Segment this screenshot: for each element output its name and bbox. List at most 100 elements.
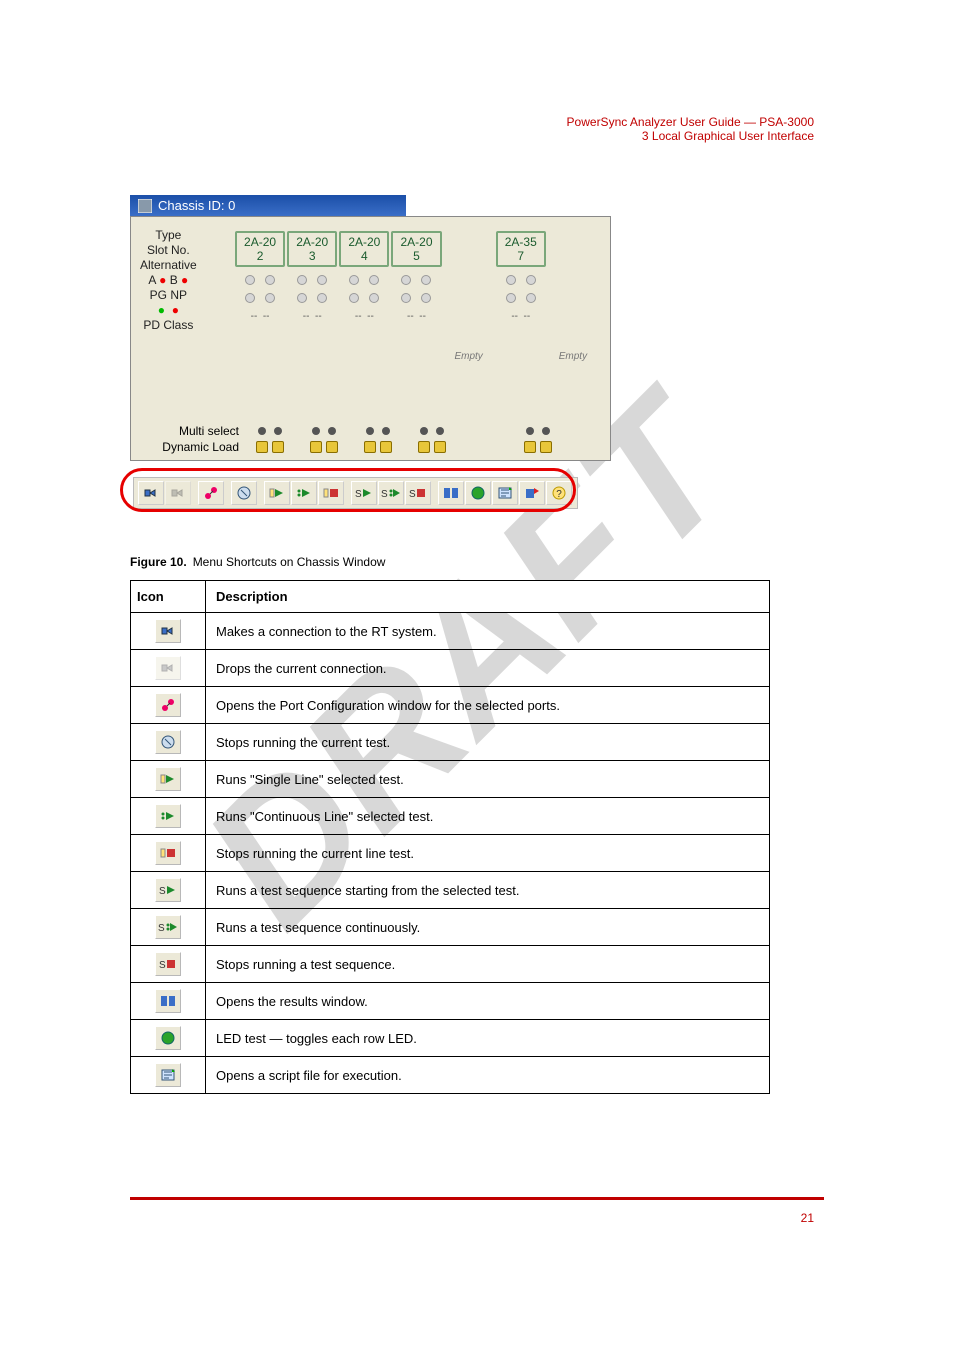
show-results-icon[interactable] [438,481,464,505]
multiselect-toggle[interactable] [511,427,565,435]
cell-desc: Stops running the current test. [206,724,770,761]
cell-desc: Stops running the current line test. [206,835,770,872]
run-line-icon[interactable] [264,481,290,505]
led-control-icon [155,1026,181,1050]
cell-desc: Stops running a test sequence. [206,946,770,983]
chassis-window: Chassis ID: 0 2A-202 -- -- 2A-203 -- -- … [130,195,611,461]
cell-desc: LED test — toggles each row LED. [206,1020,770,1057]
led-np-icon [421,293,431,303]
led-np-icon [317,293,327,303]
run-cont-icon[interactable] [291,481,317,505]
stop-line-icon[interactable] [318,481,344,505]
export-icon[interactable] [519,481,545,505]
dynamic-load-label: Dynamic Load [143,440,243,454]
th-desc: Description [206,581,770,613]
slot-card[interactable]: 2A-204 -- -- [339,231,389,362]
open-script-icon [155,1063,181,1087]
led-a-icon [506,275,516,285]
table-row: LED test — toggles each row LED. [131,1020,770,1057]
table-row: Runs "Continuous Line" selected test. [131,798,770,835]
show-results-icon [155,989,181,1013]
slot-empty: Empty [444,231,494,362]
table-row: Stops running the current test. [131,724,770,761]
slot-no: 2 [257,249,264,263]
sequence-stop-icon[interactable]: S [405,481,431,505]
dynamic-load-icon[interactable] [243,441,297,453]
sequence-run-icon[interactable]: S [351,481,377,505]
multiselect-toggle[interactable] [297,427,351,435]
multiselect-toggle[interactable] [243,427,297,435]
slot-no: 3 [309,249,316,263]
th-icon: Icon [131,581,206,613]
led-a-icon [297,275,307,285]
pd-class: -- -- [235,311,285,322]
cell-desc: Opens the results window. [206,983,770,1020]
table-row: Opens the results window. [131,983,770,1020]
dynamic-load-icon[interactable] [351,441,405,453]
led-control-icon[interactable] [465,481,491,505]
cell-desc: Opens the Port Configuration window for … [206,687,770,724]
led-pg-icon [297,293,307,303]
cell-desc: Runs a test sequence starting from the s… [206,872,770,909]
window-title-text: Chassis ID: 0 [158,198,235,213]
svg-text:S: S [159,960,166,971]
dynamic-load-icon[interactable] [405,441,459,453]
svg-text:?: ? [556,489,562,500]
dynamic-load-icon[interactable] [511,441,565,453]
svg-text:S: S [381,489,388,500]
stop-line-icon [155,841,181,865]
slot-type: 2A-35 [505,235,537,249]
led-pg-icon [401,293,411,303]
connect-icon [155,619,181,643]
table-row: Opens a script file for execution. [131,1057,770,1094]
table-row: Makes a connection to the RT system. [131,613,770,650]
cell-desc: Opens a script file for execution. [206,1057,770,1094]
sequence-stop-icon: S [155,952,181,976]
disconnect-icon[interactable] [165,481,191,505]
slot-strip: 2A-202 -- -- 2A-203 -- -- 2A-204 -- -- [235,231,598,362]
slot-no: 4 [361,249,368,263]
stop-test-icon[interactable] [231,481,257,505]
slot-card[interactable]: 2A-205 -- -- [391,231,441,362]
doc-section: 3 Local Graphical User Interface [642,129,814,143]
slot-card[interactable]: 2A-202 -- -- [235,231,285,362]
slot-card[interactable]: 2A-357 -- -- [496,231,546,362]
table-row: Drops the current connection. [131,650,770,687]
pd-class: -- -- [496,311,546,322]
run-line-icon [155,767,181,791]
svg-text:S: S [409,489,416,500]
port-config-icon [155,693,181,717]
table-row: Runs "Single Line" selected test. [131,761,770,798]
table-row: Opens the Port Configuration window for … [131,687,770,724]
doc-title: PowerSync Analyzer User Guide — PSA-3000 [567,115,814,129]
help-icon[interactable]: ? [546,481,572,505]
multiselect-toggle[interactable] [351,427,405,435]
figure-caption: Figure 10.Menu Shortcuts on Chassis Wind… [130,555,385,569]
window-icon [138,199,152,213]
led-b-icon [317,275,327,285]
slot-no: 7 [517,249,524,263]
table-row: Stops running the current line test. [131,835,770,872]
table-row: S Runs a test sequence continuously. [131,909,770,946]
connect-icon[interactable] [138,481,164,505]
slot-type: 2A-20 [244,235,276,249]
led-a-icon [245,275,255,285]
svg-text:S: S [159,886,166,897]
multiselect-toggle[interactable] [405,427,459,435]
port-config-icon[interactable] [198,481,224,505]
slot-type: 2A-20 [400,235,432,249]
slot-card[interactable]: 2A-203 -- -- [287,231,337,362]
led-np-icon [526,293,536,303]
table-row: S Stops running a test sequence. [131,946,770,983]
disconnect-icon [155,656,181,680]
sequence-cont-icon[interactable]: S [378,481,404,505]
row-labels: Type Slot No. Alternative A ● B ● PG NP … [140,228,197,333]
run-cont-icon [155,804,181,828]
led-a-icon [401,275,411,285]
window-titlebar: Chassis ID: 0 [130,195,406,216]
dynamic-load-icon[interactable] [297,441,351,453]
svg-text:S: S [355,489,362,500]
open-script-icon[interactable] [492,481,518,505]
sequence-run-icon: S [155,878,181,902]
toolbar-icons-table: Icon Description Makes a connection to t… [130,580,770,1094]
